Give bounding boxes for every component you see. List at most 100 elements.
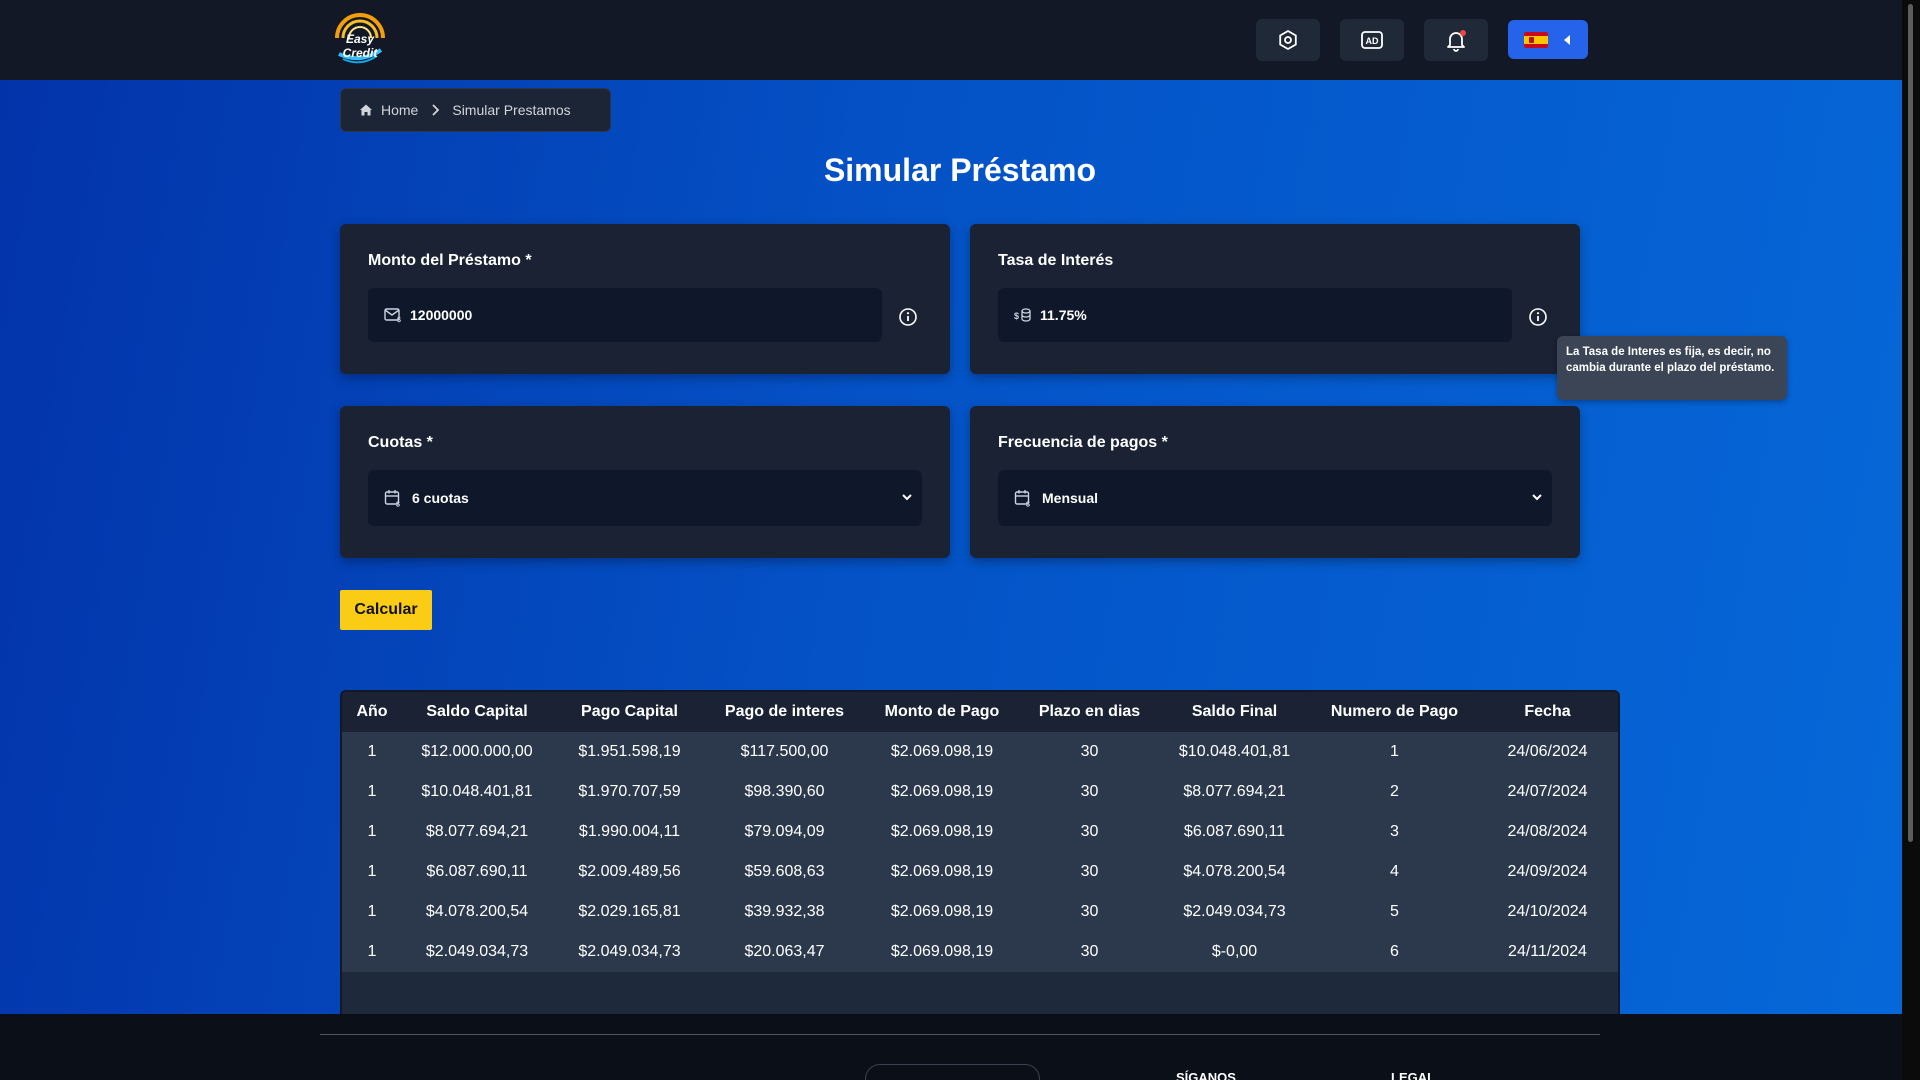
table-cell: 3 — [1390, 823, 1399, 840]
table-cell: $2.049.034,73 — [1183, 903, 1286, 920]
breadcrumb-home[interactable]: Home — [359, 102, 418, 118]
amortization-table: Año Saldo Capital Pago Capital Pago de i… — [340, 690, 1620, 1054]
table-row: 1 $8.077.694,21 $1.990.004,11 $79.094,09 $2.… — [342, 812, 1618, 852]
loan-amount-input[interactable]: $ 12000000 — [368, 288, 882, 342]
table-cell: 5 — [1390, 903, 1399, 920]
bell-icon — [1447, 30, 1466, 52]
table-cell: 1 — [367, 823, 377, 840]
table-cell: 24/07/2024 — [1507, 783, 1588, 800]
table-cell: $59.608,63 — [744, 863, 825, 880]
table-cell: $10.048.401,81 — [1178, 743, 1291, 760]
calendar-money-icon: $ — [384, 490, 400, 508]
footer-follow-heading: SÍGANOS — [1176, 1070, 1236, 1080]
settings-button[interactable] — [1256, 19, 1320, 61]
table-cell: $6.087.690,11 — [426, 863, 528, 880]
installments-select[interactable]: $ 6 cuotas — [368, 470, 922, 526]
amortization-table-grid: Año Saldo Capital Pago Capital Pago de i… — [342, 692, 1618, 972]
svg-text:$: $ — [397, 317, 401, 323]
table-cell: 1 — [1390, 743, 1399, 760]
table-cell: $98.390,60 — [744, 783, 825, 800]
payment-frequency-select[interactable]: $ Mensual — [998, 470, 1552, 526]
table-row: 1 $4.078.200,54 $2.029.165,81 $39.932,38 $2.… — [342, 892, 1618, 932]
interest-rate-tooltip: La Tasa de Interes es fija, es decir, no… — [1557, 336, 1787, 400]
language-selector[interactable] — [1508, 20, 1588, 59]
table-cell: 30 — [1080, 903, 1099, 920]
breadcrumb-home-label[interactable]: Home — [381, 102, 418, 118]
breadcrumb: Home Simular Prestamos — [340, 88, 611, 132]
main-content: Home Simular Prestamos Simular Préstamo … — [0, 80, 1902, 1054]
installments-value: 6 cuotas — [412, 490, 469, 506]
footer-legal-heading: LEGAL — [1391, 1070, 1436, 1080]
table-cell: $2.069.098,19 — [890, 823, 994, 840]
ad-button[interactable]: AD — [1340, 19, 1404, 61]
table-body: 1 $12.000.000,00 $1.951.598,19 $117.500,00 $… — [342, 732, 1618, 972]
table-header-cell: Pago de interes — [724, 703, 845, 720]
logo-text: Easy Credit — [342, 32, 378, 60]
footer: SÍGANOS LEGAL — [0, 1014, 1902, 1080]
payment-frequency-value: Mensual — [1042, 490, 1099, 506]
table-cell: $2.069.098,19 — [890, 743, 994, 760]
table-cell: 4 — [1390, 863, 1399, 880]
svg-text:$: $ — [1026, 502, 1030, 508]
payment-frequency-card: Frecuencia de pagos * $ Mensual — [970, 406, 1580, 558]
interest-rate-label: Tasa de Interés — [998, 252, 1114, 269]
svg-text:$: $ — [396, 502, 400, 508]
footer-divider — [320, 1034, 1600, 1035]
table-cell: 1 — [367, 743, 377, 760]
notifications-button[interactable] — [1424, 19, 1488, 61]
table-cell: $4.078.200,54 — [1183, 863, 1286, 880]
payment-frequency-label: Frecuencia de pagos * — [998, 434, 1168, 451]
table-cell: 24/08/2024 — [1507, 823, 1588, 840]
info-icon[interactable] — [1528, 307, 1548, 327]
caret-left-icon — [1564, 34, 1570, 45]
table-cell: $2.049.034,73 — [578, 943, 681, 960]
money-envelope-icon: $ — [384, 308, 401, 323]
table-cell: 30 — [1080, 823, 1099, 840]
easy-credit-logo[interactable]: Easy Credit — [329, 10, 391, 70]
table-cell: $2.029.165,81 — [578, 903, 681, 920]
table-cell: 30 — [1080, 783, 1099, 800]
home-icon — [360, 104, 372, 116]
settings-icon — [1279, 29, 1297, 51]
loan-amount-value: 12000000 — [410, 307, 473, 323]
table-header-cell: Numero de Pago — [1330, 703, 1459, 720]
table-cell: 30 — [1080, 863, 1099, 880]
table-cell: $117.500,00 — [740, 743, 829, 760]
footer-badge — [865, 1064, 1040, 1080]
table-row: 1 $6.087.690,11 $2.009.489,56 $59.608,63 $2.… — [342, 852, 1618, 892]
table-cell: 30 — [1080, 743, 1099, 760]
installments-card: Cuotas * $ 6 cuotas — [340, 406, 950, 558]
table-row: 1 $10.048.401,81 $1.970.707,59 $98.390,60 $2… — [342, 772, 1618, 812]
calendar-money-icon: $ — [1014, 490, 1030, 508]
table-cell: 24/11/2024 — [1508, 943, 1587, 960]
table-cell: $10.048.401,81 — [421, 783, 533, 800]
table-cell: $1.990.004,11 — [578, 823, 681, 840]
scrollbar-thumb[interactable] — [1908, 4, 1913, 842]
chevron-right-icon — [432, 104, 440, 116]
table-cell: $2.069.098,19 — [890, 783, 994, 800]
table-cell: $8.077.694,21 — [425, 823, 529, 840]
table-cell: $8.077.694,21 — [1183, 783, 1286, 800]
table-cell: $4.078.200,54 — [425, 903, 529, 920]
table-cell: 1 — [367, 863, 377, 880]
table-cell: $20.063,47 — [744, 943, 825, 960]
table-cell: 1 — [367, 903, 377, 920]
table-cell: 1 — [367, 943, 377, 960]
coins-icon: $ — [1014, 308, 1031, 322]
table-header-cell: Saldo Capital — [426, 703, 528, 720]
table-cell: $2.069.098,19 — [890, 863, 994, 880]
table-header-cell: Plazo en dias — [1038, 703, 1141, 720]
table-header-cell: Año — [356, 703, 388, 720]
table-cell: $6.087.690,11 — [1183, 823, 1286, 840]
vertical-scrollbar[interactable] — [1902, 0, 1920, 1080]
loan-amount-label: Monto del Préstamo * — [368, 252, 532, 269]
interest-rate-card: Tasa de Interés $ 11.75% — [970, 224, 1580, 374]
table-cell: $2.069.098,19 — [890, 903, 994, 920]
breadcrumb-current: Simular Prestamos — [452, 102, 571, 118]
calculate-button[interactable]: Calcular — [340, 590, 432, 630]
info-icon[interactable] — [898, 307, 918, 327]
svg-text:$: $ — [1014, 311, 1019, 321]
interest-rate-input[interactable]: $ 11.75% — [998, 288, 1512, 342]
table-cell: $2.049.034,73 — [425, 943, 529, 960]
table-cell: 24/06/2024 — [1507, 743, 1588, 760]
